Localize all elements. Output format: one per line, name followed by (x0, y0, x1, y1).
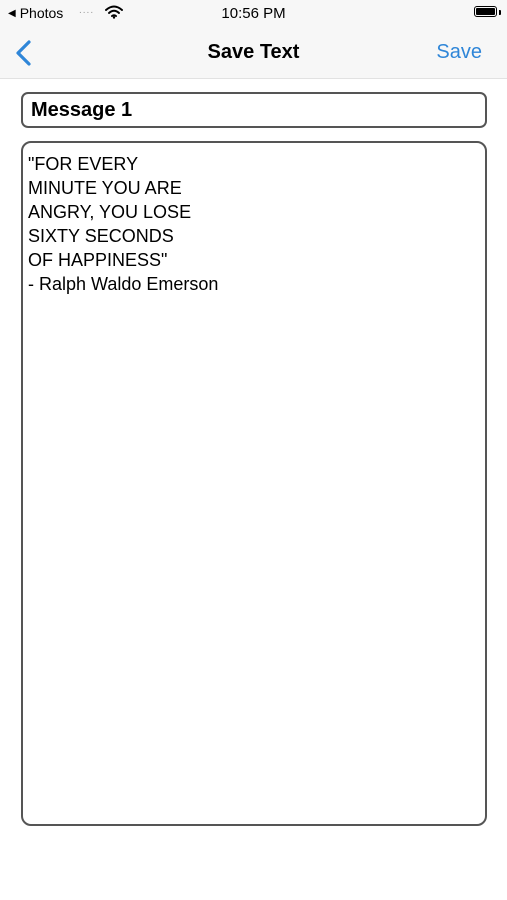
battery-icon (474, 6, 497, 17)
save-button[interactable]: Save (436, 41, 482, 64)
status-bar: ◀ Photos .... 10:56 PM (0, 0, 507, 28)
status-time: 10:56 PM (221, 5, 286, 22)
battery-tip (499, 10, 501, 15)
page-title: Save Text (207, 41, 300, 63)
navigation-bar: Save Text Save (0, 28, 507, 79)
message-title-input[interactable] (21, 92, 487, 128)
message-body-textarea[interactable]: "FOR EVERY MINUTE YOU ARE ANGRY, YOU LOS… (21, 141, 487, 826)
battery-level (476, 8, 495, 15)
